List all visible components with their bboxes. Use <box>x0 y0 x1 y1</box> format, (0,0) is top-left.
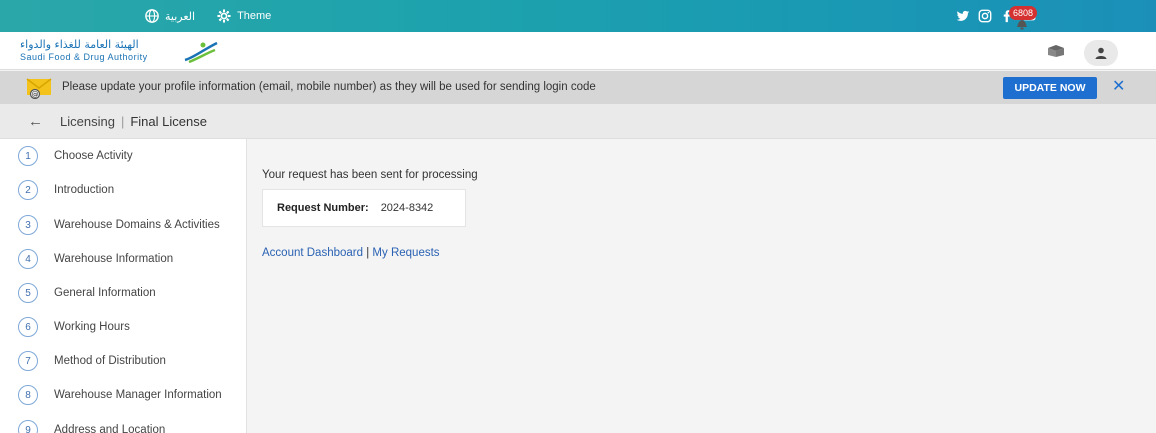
breadcrumb-page: Final License <box>130 113 207 129</box>
top-bar-left: العربية Theme <box>145 0 271 32</box>
back-arrow-icon[interactable]: ← <box>28 113 43 130</box>
twitter-icon[interactable] <box>956 9 970 23</box>
step-item[interactable]: 2 Introduction <box>0 175 246 205</box>
steps-sidebar: 1 Choose Activity 2 Introduction 3 Warehous… <box>0 139 247 433</box>
breadcrumb-separator: | <box>120 113 125 129</box>
step-label: Warehouse Information <box>54 253 174 265</box>
package-icon[interactable] <box>1047 44 1065 58</box>
user-avatar[interactable] <box>1084 40 1118 66</box>
request-number-label: Request Number: <box>277 202 369 214</box>
step-label: Method of Distribution <box>54 355 166 367</box>
update-now-button[interactable]: UPDATE NOW <box>1003 77 1097 99</box>
request-number-value: 2024-8342 <box>380 202 434 214</box>
step-number: 3 <box>18 215 38 235</box>
close-icon[interactable]: ✕ <box>1112 79 1125 95</box>
step-item[interactable]: 1 Choose Activity <box>0 141 246 171</box>
profile-update-alert: @ Please update your profile information… <box>0 71 1156 104</box>
step-label: Choose Activity <box>54 150 133 162</box>
step-number: 2 <box>18 180 38 200</box>
step-item[interactable]: 6 Working Hours <box>0 312 246 342</box>
mail-alert-icon: @ <box>26 78 52 99</box>
top-bar: العربية Theme <box>0 0 1156 32</box>
step-number: 7 <box>18 351 38 371</box>
success-message: Your request has been sent for processin… <box>262 169 478 181</box>
language-toggle[interactable]: العربية <box>145 9 195 23</box>
logo-english-text: Saudi Food & Drug Authority <box>20 52 148 62</box>
step-label: General Information <box>54 287 156 299</box>
logo-arabic-text: الهيئة العامة للغذاء والدواء <box>20 38 139 51</box>
theme-label: Theme <box>237 10 272 22</box>
sfda-logo[interactable]: الهيئة العامة للغذاء والدواء Saudi Food … <box>20 38 220 66</box>
step-item[interactable]: 4 Warehouse Information <box>0 244 246 274</box>
notification-badge: 6808 <box>1009 6 1038 20</box>
step-number: 5 <box>18 283 38 303</box>
step-item[interactable]: 3 Warehouse Domains & Activities <box>0 210 246 240</box>
step-item[interactable]: 9 Address and Location <box>0 415 246 433</box>
step-number: 8 <box>18 385 38 405</box>
user-icon <box>1095 47 1107 59</box>
step-number: 6 <box>18 317 38 337</box>
breadcrumb: ← Licensing | Final License <box>0 104 1156 139</box>
request-number-card: Request Number: 2024-8342 <box>262 189 466 227</box>
alert-message: Please update your profile information (… <box>62 81 596 93</box>
step-item[interactable]: 8 Warehouse Manager Information <box>0 380 246 410</box>
notifications[interactable]: 6808 <box>1007 6 1038 32</box>
account-dashboard-link[interactable]: Account Dashboard <box>262 247 363 259</box>
step-number: 9 <box>18 420 38 433</box>
step-label: Address and Location <box>54 424 166 433</box>
step-item[interactable]: 7 Method of Distribution <box>0 346 246 376</box>
step-number: 1 <box>18 146 38 166</box>
logo-mark-icon <box>184 41 218 64</box>
gear-icon <box>217 9 231 23</box>
svg-text:@: @ <box>32 91 39 99</box>
link-separator: | <box>366 247 370 259</box>
breadcrumb-section[interactable]: Licensing <box>60 114 115 129</box>
step-label: Working Hours <box>54 321 130 333</box>
instagram-icon[interactable] <box>978 9 992 23</box>
theme-toggle[interactable]: Theme <box>217 9 271 23</box>
language-label: العربية <box>165 10 196 23</box>
step-label: Warehouse Domains & Activities <box>54 219 220 231</box>
globe-icon <box>145 9 159 23</box>
step-label: Introduction <box>54 184 115 196</box>
main-content: Your request has been sent for processin… <box>248 139 1156 433</box>
step-item[interactable]: 5 General Information <box>0 278 246 308</box>
step-number: 4 <box>18 249 38 269</box>
my-requests-link[interactable]: My Requests <box>372 247 439 259</box>
result-links: Account Dashboard | My Requests <box>262 247 440 259</box>
step-label: Warehouse Manager Information <box>54 389 222 401</box>
header: الهيئة العامة للغذاء والدواء Saudi Food … <box>0 32 1156 70</box>
